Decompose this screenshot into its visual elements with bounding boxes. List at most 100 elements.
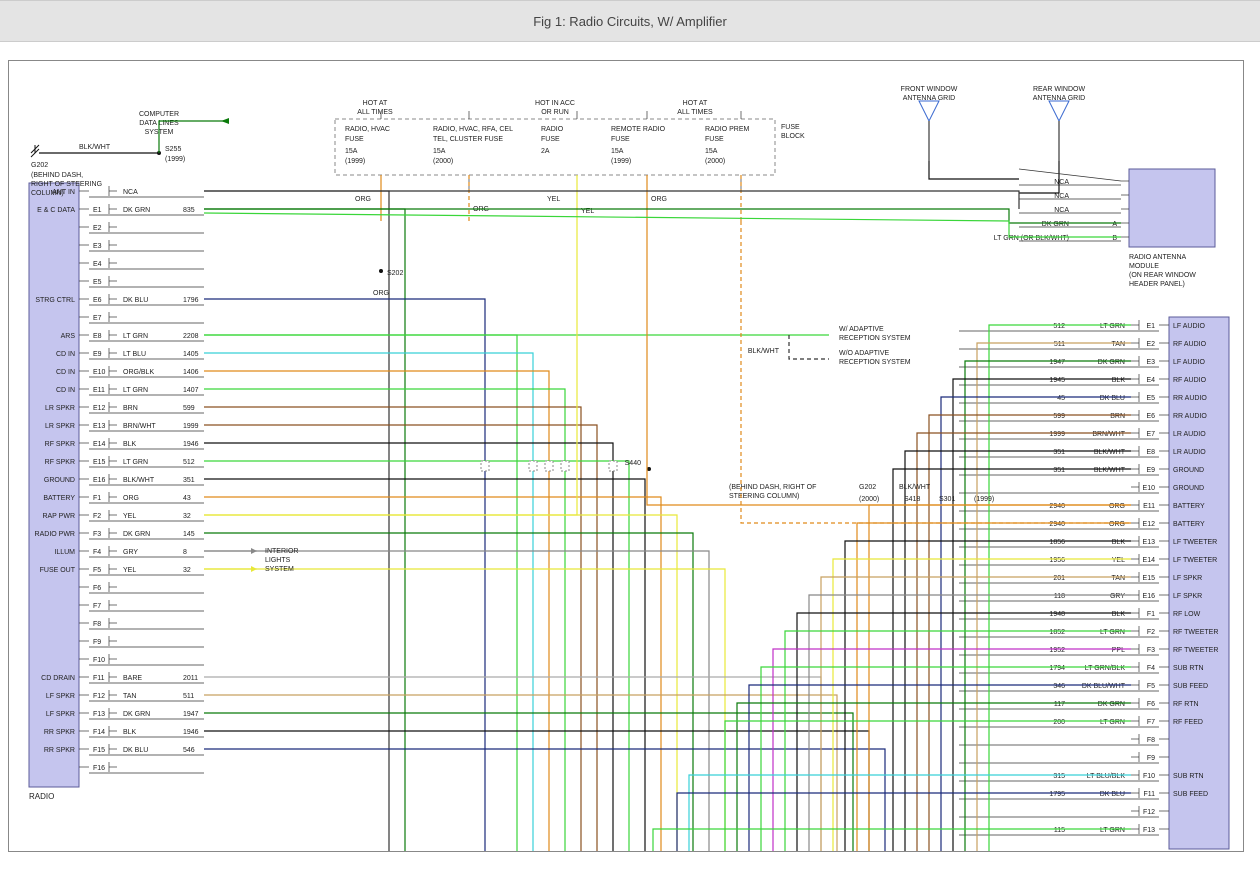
svg-text:GROUND: GROUND [1173, 485, 1204, 492]
svg-text:F7: F7 [93, 603, 101, 610]
svg-text:RADIO, HVAC, RFA, CEL: RADIO, HVAC, RFA, CEL [433, 126, 513, 133]
svg-text:YEL: YEL [123, 513, 136, 520]
svg-text:F5: F5 [1147, 683, 1155, 690]
svg-text:511: 511 [1054, 341, 1065, 348]
svg-text:LF SPKR: LF SPKR [46, 711, 75, 718]
svg-text:8: 8 [183, 549, 187, 556]
svg-text:E3: E3 [1146, 359, 1155, 366]
svg-text:RECEPTION SYSTEM: RECEPTION SYSTEM [839, 359, 911, 366]
svg-text:200: 200 [1053, 719, 1065, 726]
svg-text:TEL, CLUSTER FUSE: TEL, CLUSTER FUSE [433, 136, 503, 143]
svg-text:REAR WINDOW: REAR WINDOW [1033, 86, 1086, 93]
svg-text:RADIO ANTENNA: RADIO ANTENNA [1129, 254, 1187, 261]
svg-text:E12: E12 [1143, 521, 1156, 528]
svg-text:W/ ADAPTIVE: W/ ADAPTIVE [839, 326, 884, 333]
svg-text:RADIO: RADIO [541, 126, 564, 133]
wiring-svg: RADIOANT INNCAE & C DATAE1DK GRN835E2E3E… [9, 61, 1243, 851]
svg-text:115: 115 [1054, 827, 1065, 834]
antenna-module [1129, 169, 1215, 247]
svg-text:RR AUDIO: RR AUDIO [1173, 395, 1207, 402]
svg-text:RAP PWR: RAP PWR [42, 513, 75, 520]
svg-text:1945: 1945 [1049, 377, 1065, 384]
svg-text:CD IN: CD IN [56, 351, 75, 358]
svg-text:599: 599 [183, 405, 195, 412]
svg-text:RF RTN: RF RTN [1173, 701, 1199, 708]
svg-text:S255: S255 [165, 146, 181, 153]
svg-text:GROUND: GROUND [44, 477, 75, 484]
svg-text:(1999): (1999) [345, 158, 365, 165]
svg-text:15A: 15A [705, 148, 718, 155]
svg-text:1947: 1947 [183, 711, 199, 718]
svg-text:1999: 1999 [183, 423, 199, 430]
svg-text:1852: 1852 [1049, 629, 1065, 636]
svg-text:E8: E8 [1146, 449, 1155, 456]
svg-text:ORG: ORG [373, 290, 389, 297]
svg-text:F12: F12 [1143, 809, 1155, 816]
svg-text:E12: E12 [93, 405, 106, 412]
svg-text:NCA: NCA [123, 189, 138, 196]
svg-text:1999: 1999 [1049, 431, 1065, 438]
svg-text:LT GRN: LT GRN [123, 459, 148, 466]
svg-text:MODULE: MODULE [1129, 263, 1159, 270]
svg-text:RF AUDIO: RF AUDIO [1173, 341, 1207, 348]
svg-text:BRN: BRN [123, 405, 138, 412]
svg-text:(1999): (1999) [611, 158, 631, 165]
svg-text:STEERING COLUMN): STEERING COLUMN) [729, 493, 799, 500]
svg-text:STRG CTRL: STRG CTRL [35, 297, 75, 304]
svg-text:512: 512 [183, 459, 195, 466]
svg-text:512: 512 [1053, 323, 1065, 330]
svg-text:BRN/WHT: BRN/WHT [123, 423, 156, 430]
svg-text:(BEHIND DASH,: (BEHIND DASH, [31, 172, 83, 179]
svg-text:F3: F3 [93, 531, 101, 538]
svg-text:E11: E11 [93, 387, 105, 394]
svg-text:ALL TIMES: ALL TIMES [677, 109, 713, 116]
svg-text:HOT AT: HOT AT [363, 100, 388, 107]
svg-text:F9: F9 [1147, 755, 1155, 762]
svg-text:LF TWEETER: LF TWEETER [1173, 557, 1217, 564]
svg-text:ALL TIMES: ALL TIMES [357, 109, 393, 116]
svg-text:1946: 1946 [183, 441, 199, 448]
svg-text:RR SPKR: RR SPKR [44, 729, 75, 736]
svg-text:LR AUDIO: LR AUDIO [1173, 449, 1206, 456]
svg-text:1796: 1796 [183, 297, 199, 304]
svg-text:F6: F6 [93, 585, 101, 592]
svg-text:GROUND: GROUND [1173, 467, 1204, 474]
svg-text:RIGHT OF STEERING: RIGHT OF STEERING [31, 181, 102, 188]
svg-text:RADIO, HVAC: RADIO, HVAC [345, 126, 390, 133]
svg-text:BLK: BLK [1112, 611, 1126, 618]
svg-text:(1999): (1999) [165, 156, 185, 163]
svg-text:RADIO PWR: RADIO PWR [35, 531, 75, 538]
svg-text:F2: F2 [93, 513, 101, 520]
svg-text:ANTENNA GRID: ANTENNA GRID [903, 95, 956, 102]
svg-text:PPL: PPL [1112, 647, 1125, 654]
svg-text:F13: F13 [1143, 827, 1155, 834]
svg-text:E3: E3 [93, 243, 102, 250]
svg-text:LT GRN: LT GRN [123, 333, 148, 340]
svg-text:2940: 2940 [1049, 521, 1065, 528]
svg-text:1946: 1946 [183, 729, 199, 736]
svg-text:E4: E4 [1146, 377, 1155, 384]
svg-text:2940: 2940 [1049, 503, 1065, 510]
svg-text:F6: F6 [1147, 701, 1155, 708]
figure-title: Fig 1: Radio Circuits, W/ Amplifier [533, 14, 727, 29]
svg-text:ORG: ORG [1109, 521, 1125, 528]
svg-text:511: 511 [183, 693, 194, 700]
svg-text:546: 546 [183, 747, 195, 754]
svg-text:(1999): (1999) [974, 496, 994, 503]
svg-text:E1: E1 [93, 207, 102, 214]
svg-text:RECEPTION SYSTEM: RECEPTION SYSTEM [839, 335, 911, 342]
svg-text:BLOCK: BLOCK [781, 133, 805, 140]
svg-text:E1: E1 [1146, 323, 1155, 330]
svg-text:YEL: YEL [547, 196, 560, 203]
svg-text:HOT AT: HOT AT [683, 100, 708, 107]
svg-text:RF SPKR: RF SPKR [45, 441, 75, 448]
svg-text:DK GRN: DK GRN [123, 531, 150, 538]
svg-text:F8: F8 [93, 621, 101, 628]
svg-text:ARS: ARS [61, 333, 76, 340]
svg-text:GRY: GRY [1110, 593, 1125, 600]
svg-text:118: 118 [1054, 593, 1065, 600]
svg-text:ILLUM: ILLUM [54, 549, 75, 556]
svg-text:LT GRN: LT GRN [1100, 719, 1125, 726]
svg-text:BARE: BARE [123, 675, 142, 682]
svg-text:HEADER PANEL): HEADER PANEL) [1129, 281, 1185, 288]
